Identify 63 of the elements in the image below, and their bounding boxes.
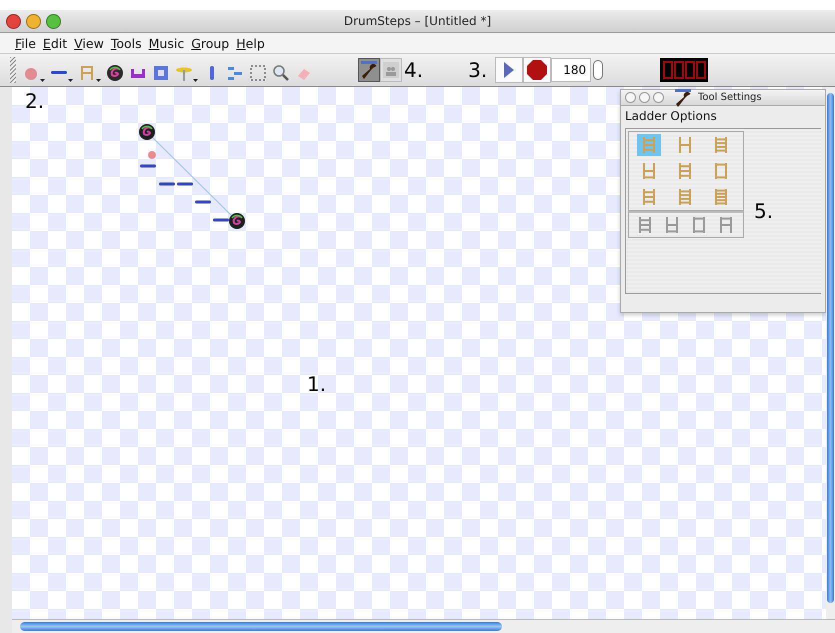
menu-item[interactable]: Music xyxy=(148,36,184,50)
minimize-button[interactable] xyxy=(639,92,650,103)
horizontal-scrollbar[interactable] xyxy=(12,619,835,633)
bar-icon xyxy=(51,71,67,74)
selection-icon xyxy=(249,64,267,82)
ladder-icon xyxy=(638,217,652,233)
canvas[interactable]: 2. 1. Tool Settings Ladder Options 5. xyxy=(12,87,826,619)
caret-icon xyxy=(68,79,73,82)
menu-item[interactable]: Tools xyxy=(110,36,142,50)
close-button[interactable] xyxy=(6,14,21,29)
menu-item[interactable]: View xyxy=(74,36,104,50)
ladder-icon xyxy=(678,137,692,153)
toolbar-grip[interactable] xyxy=(10,57,16,83)
menu-item[interactable]: Help xyxy=(236,36,265,50)
menu-item[interactable]: Edit xyxy=(42,36,68,50)
zoom-button[interactable] xyxy=(46,14,61,29)
stop-button[interactable] xyxy=(523,57,552,83)
ladder-icon xyxy=(78,64,96,82)
people-icon xyxy=(383,62,399,78)
caret-icon xyxy=(40,79,45,82)
annotation-number: 2. xyxy=(25,89,44,113)
vertical-scrollbar[interactable] xyxy=(826,87,835,619)
tempo-field[interactable]: 180 xyxy=(551,58,592,82)
ladder-icon xyxy=(642,137,656,153)
window-title: DrumSteps – [Untitled *] xyxy=(344,14,492,28)
ladder-icon xyxy=(714,137,728,153)
wrench-icon xyxy=(361,61,377,79)
annotation-number: 1. xyxy=(307,372,326,396)
play-button[interactable] xyxy=(495,57,524,83)
ladder-icon xyxy=(718,217,732,233)
ladder-icon xyxy=(678,189,692,205)
palette-title: Tool Settings xyxy=(698,92,762,103)
ladder-icon xyxy=(642,163,656,179)
play-icon xyxy=(504,62,514,78)
ladder-icon xyxy=(714,163,728,179)
steps-icon xyxy=(226,64,244,82)
ladder-icon xyxy=(692,217,706,233)
annotation-number: 4. xyxy=(404,58,424,82)
minimize-button[interactable] xyxy=(26,14,41,29)
annotation-number: 3. xyxy=(468,58,488,82)
caret-icon xyxy=(96,79,101,82)
ladder-icon xyxy=(642,189,656,205)
menu-item[interactable]: File xyxy=(15,36,36,50)
section-heading: Ladder Options xyxy=(625,109,718,123)
led-display-icon xyxy=(660,58,708,82)
tempo-stepper[interactable] xyxy=(593,60,604,80)
search-icon xyxy=(272,64,290,82)
annotation-number: 5. xyxy=(754,199,774,223)
stop-icon xyxy=(527,60,548,80)
toggle-button[interactable] xyxy=(358,58,380,82)
caret-icon xyxy=(193,79,198,82)
wrench-icon xyxy=(675,88,691,106)
post-icon xyxy=(210,66,214,80)
menu-item[interactable]: Group xyxy=(191,36,230,50)
scroll-thumb[interactable] xyxy=(827,93,834,603)
spiral-icon xyxy=(106,64,124,82)
toggle-button[interactable] xyxy=(380,58,402,82)
scroll-thumb[interactable] xyxy=(20,622,502,631)
ladder-icon xyxy=(678,163,692,179)
box-icon xyxy=(152,64,170,82)
ladder-icon xyxy=(714,189,728,205)
ladder-icon xyxy=(664,217,678,233)
zoom-button[interactable] xyxy=(653,92,664,103)
